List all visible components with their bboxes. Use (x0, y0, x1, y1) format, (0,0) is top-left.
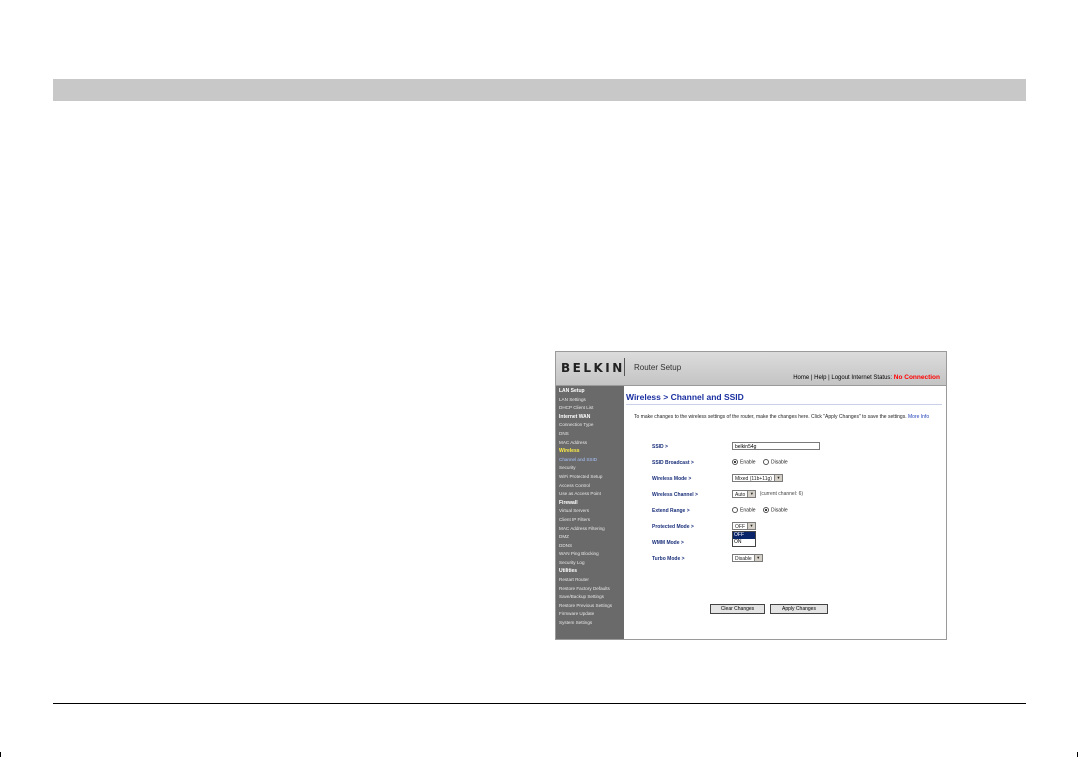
sidebar-item-wan-ping-blocking[interactable]: WAN Ping Blocking (559, 550, 624, 559)
wmm-mode-label: WMM Mode > (652, 540, 684, 546)
wireless-mode-value: Mixed (11b+11g) (735, 476, 772, 482)
help-link[interactable]: Help (814, 375, 826, 381)
chevron-down-icon[interactable]: ▼ (747, 523, 755, 529)
ssid-broadcast-label: SSID Broadcast > (652, 460, 694, 466)
ssid-broadcast-disable-radio[interactable] (762, 459, 769, 465)
turbo-mode-value: Disable (735, 556, 752, 562)
footer-rule (53, 703, 1026, 704)
ssid-broadcast-options: Enable Disable (732, 459, 794, 466)
sidebar-item-use-as-ap[interactable]: Use as Access Point (559, 490, 624, 499)
sidebar-item-save-backup[interactable]: Save/Backup Settings (559, 593, 624, 602)
ssid-broadcast-disable-label: Disable (770, 459, 788, 466)
extend-range-disable-radio[interactable] (762, 507, 769, 513)
extend-range-options: Enable Disable (732, 507, 794, 514)
sidebar-item-wps[interactable]: WiFi Protected Setup (559, 473, 624, 482)
wireless-mode-select[interactable]: Mixed (11b+11g) ▼ (732, 474, 783, 482)
ssid-input[interactable]: belkin54g (732, 442, 820, 450)
sidebar-item-restore-previous[interactable]: Restore Previous Settings (559, 602, 624, 611)
sidebar-item-restore-factory[interactable]: Restore Factory Defaults (559, 585, 624, 594)
corner-mark-left (0, 752, 1, 757)
sidebar-item-system-settings[interactable]: System Settings (559, 619, 624, 628)
header-band (53, 79, 1026, 101)
sidebar-item-firmware-update[interactable]: Firmware Update (559, 610, 624, 619)
turbo-mode-label: Turbo Mode > (652, 556, 685, 562)
sidebar-item-virtual-servers[interactable]: Virtual Servers (559, 507, 624, 516)
extend-range-disable-label: Disable (770, 507, 788, 514)
sidebar-item-channel-and-ssid[interactable]: Channel and SSID (559, 456, 624, 465)
extend-range-enable-option[interactable]: Enable (732, 507, 756, 513)
wireless-channel-select[interactable]: Auto ▼ (732, 490, 757, 498)
ssid-broadcast-disable-option[interactable]: Disable (762, 459, 788, 466)
wireless-mode-label: Wireless Mode > (652, 476, 692, 482)
protected-mode-control: OFF ▼ (732, 522, 756, 530)
wireless-channel-value: Auto (735, 492, 746, 498)
logout-link[interactable]: Logout (831, 375, 849, 381)
sidebar-section-utilities: Utilities (559, 568, 578, 575)
brand-logo: BELKIN (561, 361, 625, 375)
turbo-mode-control: Disable ▼ (732, 554, 763, 562)
sidebar-item-connection-type[interactable]: Connection Type (559, 421, 624, 430)
sidebar-section-wireless: Wireless (559, 448, 580, 455)
sidebar-item-mac-address-filtering[interactable]: MAC Address Filtering (559, 525, 624, 534)
top-links: Home | Help | Logout Internet Status: No… (793, 374, 940, 381)
chevron-down-icon[interactable]: ▼ (747, 491, 756, 497)
sidebar-section-internet-wan: Internet WAN (559, 413, 591, 420)
protected-mode-dropdown: OFF ON (732, 531, 756, 547)
sidebar-item-security[interactable]: Security (559, 464, 624, 473)
title-divider (626, 404, 942, 405)
ssid-broadcast-enable-option[interactable]: Enable (732, 459, 756, 465)
app-title: Router Setup (634, 363, 682, 372)
wireless-channel-control: Auto ▼ (current channel: 6) (732, 490, 803, 498)
home-link[interactable]: Home (793, 375, 809, 381)
brand-separator (624, 358, 625, 376)
sidebar-item-client-ip-filters[interactable]: Client IP Filters (559, 516, 624, 525)
intro-description: To make changes to the wireless settings… (634, 414, 907, 420)
router-header: BELKIN Router Setup Home | Help | Logout… (556, 352, 946, 386)
sidebar-item-dmz[interactable]: DMZ (559, 533, 624, 542)
protected-mode-select[interactable]: OFF ▼ (732, 522, 756, 530)
protected-mode-label: Protected Mode > (652, 524, 694, 530)
page-title: Wireless > Channel and SSID (626, 392, 744, 402)
wireless-channel-label: Wireless Channel > (652, 492, 698, 498)
extend-range-label: Extend Range > (652, 508, 690, 514)
internet-status-label: Internet Status: (851, 375, 893, 381)
link-separator: | (828, 375, 830, 381)
protected-mode-option-on[interactable]: ON (733, 539, 755, 546)
sidebar-item-security-log[interactable]: Security Log (559, 559, 624, 568)
extend-range-enable-radio[interactable] (732, 507, 738, 513)
sidebar-item-mac-address[interactable]: MAC Address (559, 439, 624, 448)
more-info-link[interactable]: More Info (908, 414, 929, 420)
ssid-broadcast-enable-radio[interactable] (732, 459, 738, 465)
ssid-broadcast-enable-label: Enable (740, 459, 756, 466)
router-setup-screenshot: BELKIN Router Setup Home | Help | Logout… (555, 351, 947, 640)
clear-changes-button[interactable]: Clear Changes (710, 604, 765, 614)
sidebar-item-dhcp-client-list[interactable]: DHCP Client List (559, 404, 624, 413)
sidebar-section-firewall: Firewall (559, 499, 578, 506)
chevron-down-icon[interactable]: ▼ (773, 475, 782, 481)
corner-mark-right (1077, 752, 1078, 757)
sidebar-item-ddns[interactable]: DDNS (559, 542, 624, 551)
ssid-label: SSID > (652, 444, 668, 450)
main-content: Wireless > Channel and SSID To make chan… (624, 386, 946, 639)
current-channel-note: (current channel: 6) (759, 491, 804, 497)
protected-mode-option-off[interactable]: OFF (733, 532, 755, 539)
chevron-down-icon[interactable]: ▼ (753, 555, 762, 561)
protected-mode-value: OFF (735, 524, 745, 530)
turbo-mode-select[interactable]: Disable ▼ (732, 554, 763, 562)
apply-changes-button[interactable]: Apply Changes (770, 604, 828, 614)
internet-status-value: No Connection (893, 374, 940, 381)
sidebar-item-access-control[interactable]: Access Control (559, 482, 624, 491)
sidebar-item-lan-settings[interactable]: LAN Settings (559, 396, 624, 405)
sidebar-item-restart-router[interactable]: Restart Router (559, 576, 624, 585)
extend-range-enable-label: Enable (740, 507, 756, 514)
sidebar-section-lan-setup: LAN Setup (559, 388, 585, 394)
wireless-mode-control: Mixed (11b+11g) ▼ (732, 474, 783, 482)
intro-text: To make changes to the wireless settings… (634, 414, 934, 421)
sidebar-item-dns[interactable]: DNS (559, 430, 624, 439)
link-separator: | (810, 375, 813, 381)
sidebar-nav: LAN Setup LAN Settings DHCP Client List … (556, 386, 624, 639)
extend-range-disable-option[interactable]: Disable (762, 507, 788, 514)
